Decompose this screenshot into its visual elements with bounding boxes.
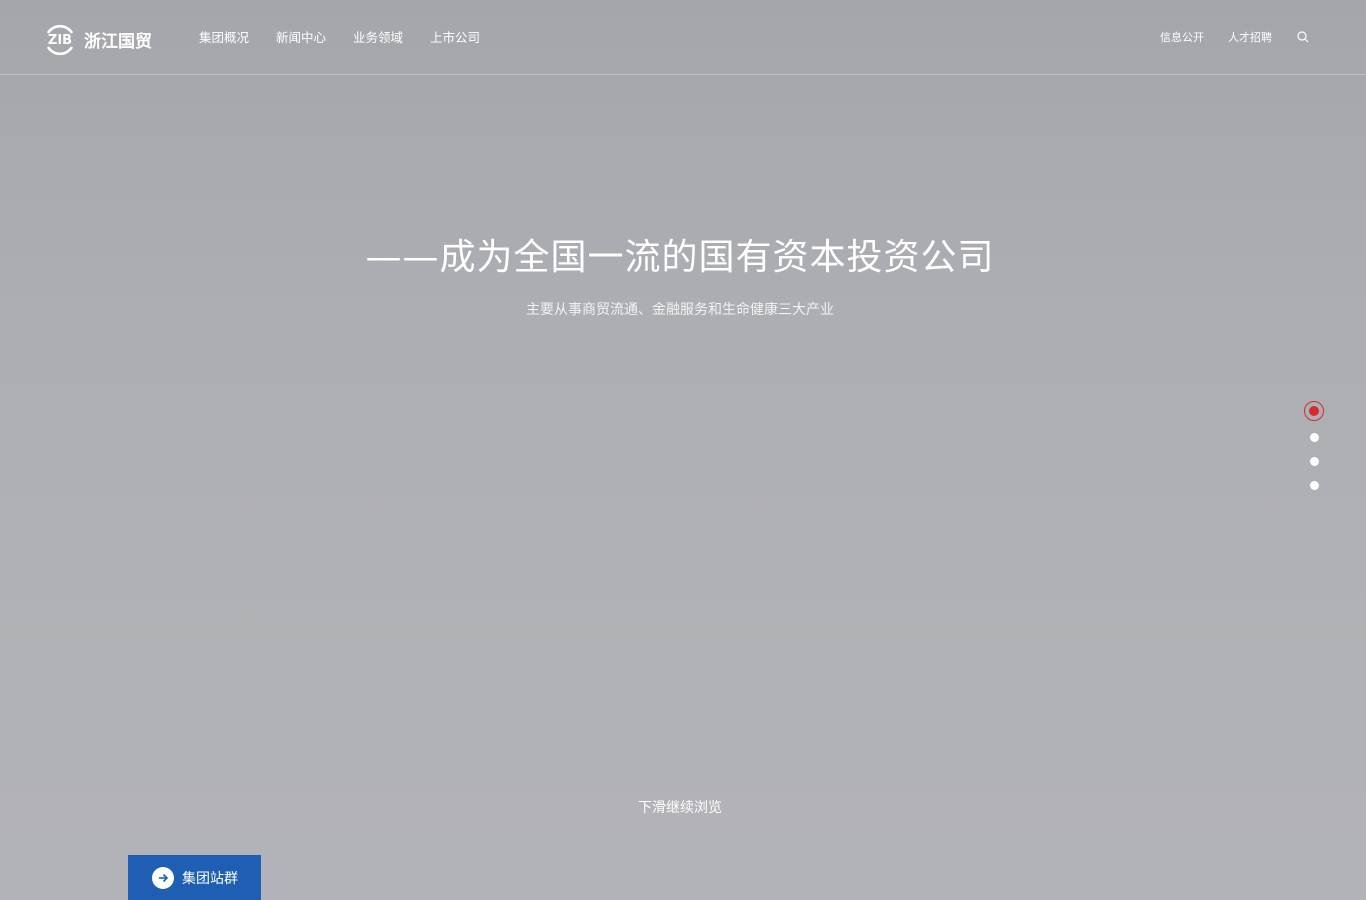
pager-dot-active-fill <box>1309 406 1319 416</box>
pager-dot-4[interactable] <box>1309 481 1319 490</box>
scroll-down-hint[interactable]: 下滑继续浏览 <box>0 797 1360 817</box>
site-group-label: 集团站群 <box>182 870 238 887</box>
hero-subtitle: 主要从事商贸流通、金融服务和生命健康三大产业 <box>526 302 834 318</box>
nav-item-news-center[interactable]: 新闻中心 <box>276 27 326 46</box>
nav-item-info-disclosure[interactable]: 信息公开 <box>1160 29 1204 45</box>
utility-nav: 信息公开 人才招聘 <box>1160 29 1310 45</box>
pager-dot-3[interactable] <box>1309 457 1319 466</box>
logo-mark-icon: ZIB <box>42 21 78 57</box>
search-icon[interactable] <box>1296 30 1310 44</box>
site-group-button[interactable]: 集团站群 <box>128 855 261 900</box>
section-pager <box>1302 401 1326 490</box>
logo[interactable]: ZIB 浙江国贸 <box>42 20 152 58</box>
logo-text: 浙江国贸 <box>84 31 152 52</box>
hero-title: ——成为全国一流的国有资本投资公司 <box>365 237 995 278</box>
nav-item-group-overview[interactable]: 集团概况 <box>199 27 249 46</box>
nav-item-listed-companies[interactable]: 上市公司 <box>430 27 480 46</box>
pager-dot-1-active[interactable] <box>1304 401 1324 421</box>
main-nav: 集团概况 新闻中心 业务领域 上市公司 <box>199 27 480 46</box>
pager-dot-2[interactable] <box>1309 433 1319 442</box>
site-header: ZIB 浙江国贸 集团概况 新闻中心 业务领域 上市公司 信息公开 人才招聘 <box>0 0 1366 75</box>
arrow-right-icon <box>152 866 174 889</box>
logo-mark-text: ZIB <box>48 33 72 48</box>
nav-item-careers[interactable]: 人才招聘 <box>1228 29 1272 45</box>
nav-item-business-areas[interactable]: 业务领域 <box>353 27 403 46</box>
